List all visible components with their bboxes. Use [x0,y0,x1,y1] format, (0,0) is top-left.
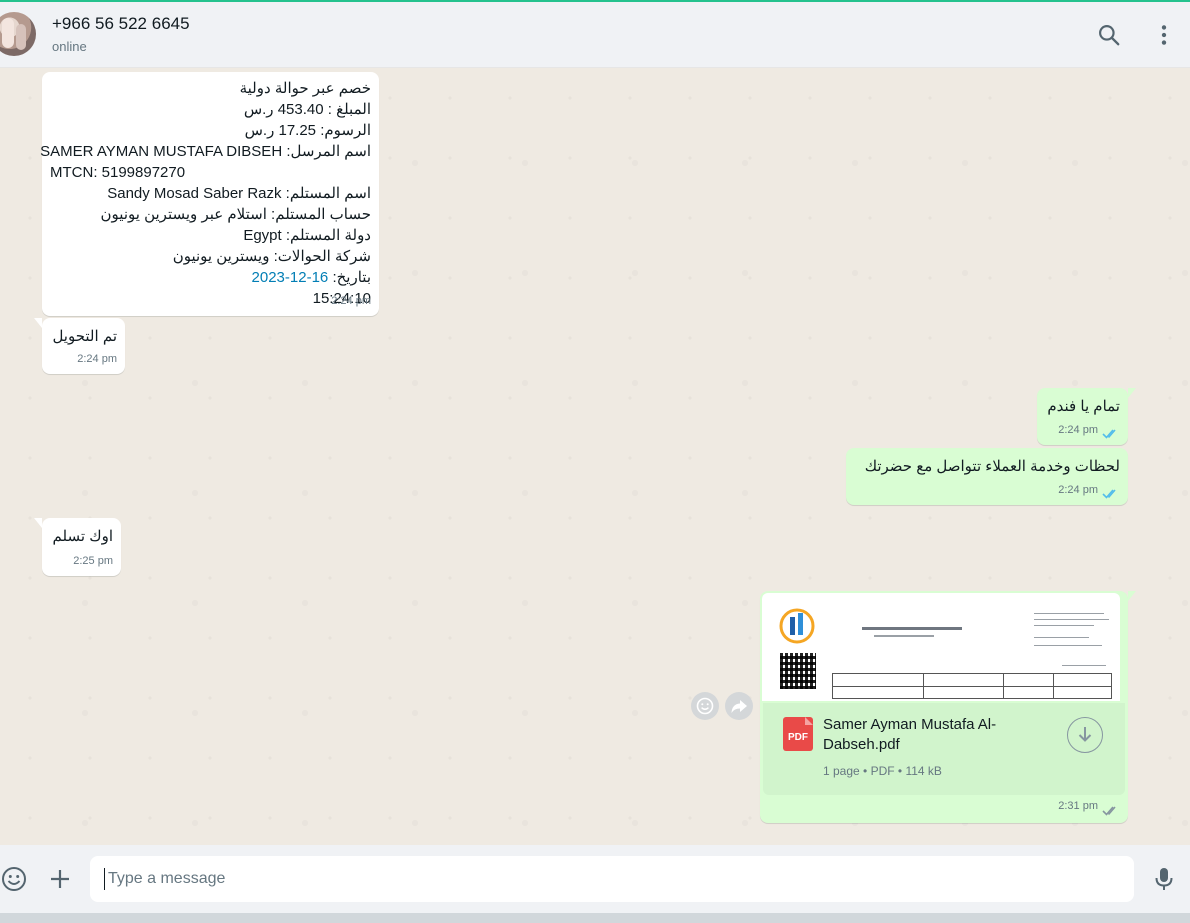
message-text: خصم عبر حوالة دولية المبلغ : 453.40 ر.س … [40,80,371,307]
message-time: 2:24 pm [1058,484,1098,496]
company-logo [779,608,815,644]
incoming-message-transfer-details[interactable]: خصم عبر حوالة دولية المبلغ : 453.40 ر.س … [40,72,379,316]
outgoing-document-message[interactable]: PDF Samer Ayman Mustafa Al-Dabseh.pdf 1 … [760,591,1136,823]
message-time: 2:31 pm [1058,800,1098,812]
date-link[interactable]: 16-12-2023 [252,269,329,286]
message-text: تمام يا فندم [1047,398,1120,415]
message-time: 2:24 pm [331,295,371,307]
forward-icon[interactable] [725,692,753,720]
pdf-preview-thumbnail[interactable] [762,593,1120,701]
window-bottom-edge [0,913,1190,923]
double-check-icon [1102,806,1116,816]
pdf-file-card[interactable]: PDF Samer Ayman Mustafa Al-Dabseh.pdf 1 … [763,703,1125,795]
composer-bar [0,845,1190,913]
chat-header: +966 56 522 6645 online [0,2,1190,68]
emoji-react-icon[interactable] [691,692,719,720]
contact-name[interactable]: +966 56 522 6645 [52,14,190,34]
message-time: 2:24 pm [77,353,117,365]
qr-code [780,653,816,689]
message-text: تم التحويل [52,328,117,345]
double-check-icon [1102,429,1116,439]
pdf-file-icon: PDF [783,717,813,751]
download-icon[interactable] [1067,717,1103,753]
incoming-message[interactable]: اوك تسلم 2:25 pm [34,518,121,576]
outgoing-message[interactable]: تمام يا فندم 2:24 pm [1037,388,1136,445]
message-text: لحظات وخدمة العملاء تتواصل مع حضرتك [864,458,1120,475]
double-check-icon [1102,489,1116,499]
search-icon[interactable] [1096,22,1122,48]
message-text: اوك تسلم [52,528,113,545]
text-caret [104,868,105,890]
message-time: 2:24 pm [1058,424,1098,436]
message-time: 2:25 pm [73,555,113,567]
kebab-menu-icon[interactable] [1151,22,1177,48]
message-input[interactable] [90,856,1134,902]
file-name: Samer Ayman Mustafa Al-Dabseh.pdf [823,716,997,753]
chat-area[interactable]: خصم عبر حوالة دولية المبلغ : 453.40 ر.س … [0,68,1190,845]
contact-avatar[interactable] [0,12,36,56]
microphone-icon[interactable] [1150,865,1178,893]
emoji-icon[interactable] [0,865,28,893]
document-table [832,673,1112,699]
incoming-message[interactable]: تم التحويل 2:24 pm [34,318,125,374]
plus-icon[interactable] [46,865,74,893]
file-meta: 1 page • PDF • 114 kB [823,764,942,778]
contact-status: online [52,39,87,54]
outgoing-message[interactable]: لحظات وخدمة العملاء تتواصل مع حضرتك 2:24… [846,448,1128,505]
